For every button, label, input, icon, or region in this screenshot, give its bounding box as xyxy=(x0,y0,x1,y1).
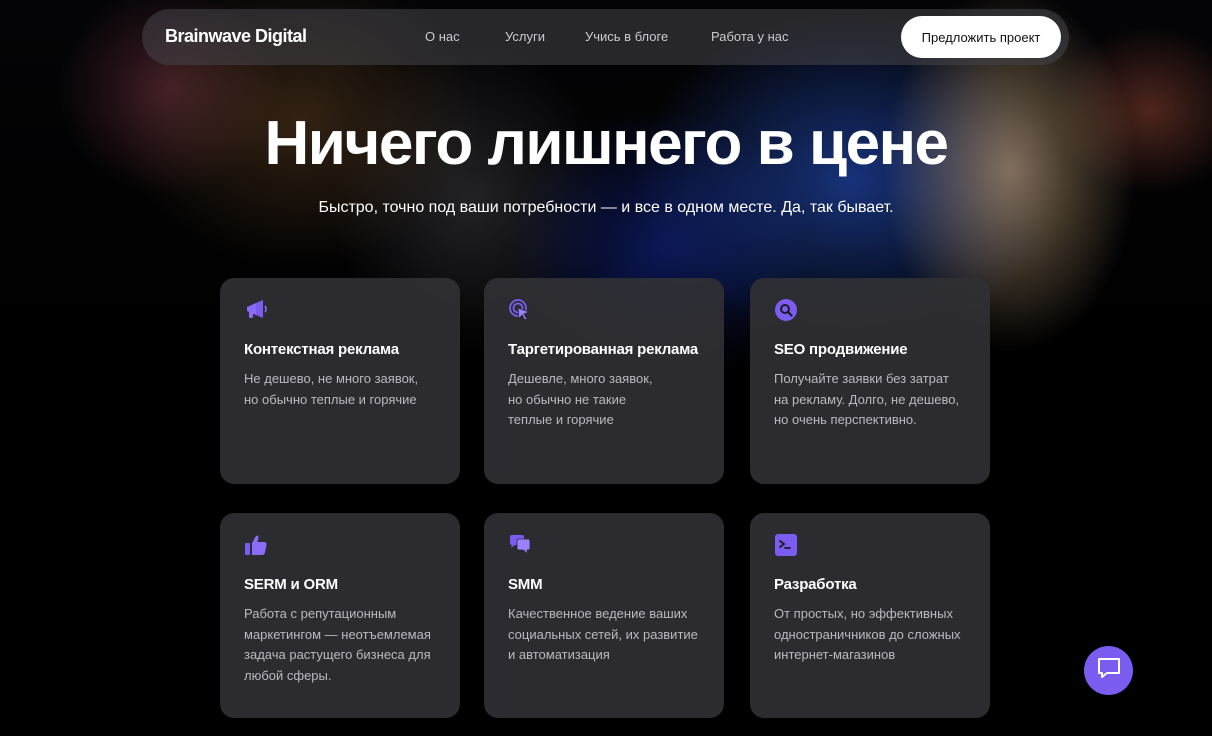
chat-icon xyxy=(1096,656,1122,685)
megaphone-icon xyxy=(244,298,268,322)
target-cursor-icon xyxy=(508,298,532,322)
card-title: Таргетированная реклама xyxy=(508,341,699,358)
terminal-icon xyxy=(774,533,798,557)
service-card-seo[interactable]: SEO продвижение Получайте заявки без зат… xyxy=(750,278,990,484)
propose-project-button[interactable]: Предложить проект xyxy=(901,16,1061,58)
nav-link-about[interactable]: О нас xyxy=(425,29,460,44)
service-card-context-ads[interactable]: Контекстная реклама Не дешево, не много … xyxy=(220,278,460,484)
service-card-development[interactable]: Разработка От простых, но эффективных од… xyxy=(750,513,990,718)
nav-link-careers[interactable]: Работа у нас xyxy=(711,29,789,44)
brand-logo[interactable]: Brainwave Digital xyxy=(165,26,307,47)
card-title: SMM xyxy=(508,576,543,593)
page-subtitle: Быстро, точно под ваши потребности — и в… xyxy=(318,199,894,216)
card-title: SEO продвижение xyxy=(774,341,908,358)
nav-link-blog[interactable]: Учись в блоге xyxy=(585,29,668,44)
card-title: Разработка xyxy=(774,576,857,593)
card-description: Работа с репутационным маркетингом — нео… xyxy=(244,606,431,683)
card-title: Контекстная реклама xyxy=(244,341,399,358)
card-description: Качественное ведение ваших социальных се… xyxy=(508,606,698,662)
chat-widget-button[interactable] xyxy=(1084,646,1133,695)
top-navbar: Brainwave Digital О нас Услуги Учись в б… xyxy=(142,9,1069,65)
card-title: SERM и ORM xyxy=(244,576,338,593)
service-card-targeted-ads[interactable]: Таргетированная реклама Дешевле, много з… xyxy=(484,278,724,484)
service-card-serm-orm[interactable]: SERM и ORM Работа с репутационным маркет… xyxy=(220,513,460,718)
page-title: Ничего лишнего в цене xyxy=(264,109,949,178)
card-description: Не дешево, не много заявок, но обычно те… xyxy=(244,371,419,407)
search-icon xyxy=(774,298,798,322)
chat-bubbles-icon xyxy=(508,533,532,557)
thumbs-up-icon xyxy=(244,533,268,557)
service-card-smm[interactable]: SMM Качественное ведение ваших социальны… xyxy=(484,513,724,718)
card-description: Дешевле, много заявок, но обычно не таки… xyxy=(508,371,653,427)
card-description: Получайте заявки без затрат на рекламу. … xyxy=(774,371,960,427)
card-description: От простых, но эффективных одностранични… xyxy=(774,606,961,662)
nav-link-services[interactable]: Услуги xyxy=(505,29,545,44)
